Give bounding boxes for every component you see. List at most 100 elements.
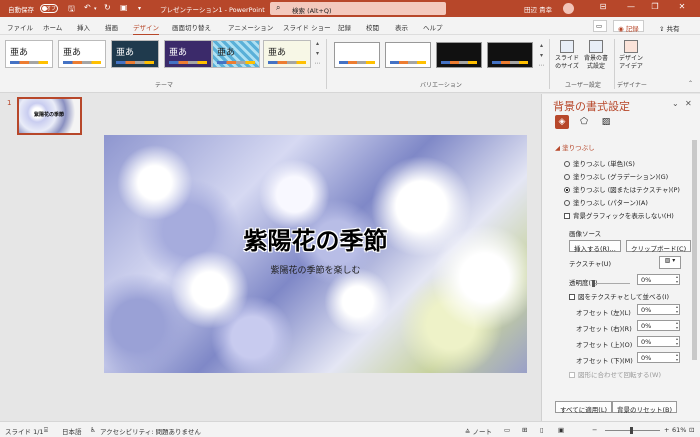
undo-dropdown-icon[interactable]: ▾ xyxy=(94,6,97,12)
transparency-slider[interactable] xyxy=(592,280,630,287)
insert-picture-button[interactable]: 挿入する(R)... xyxy=(569,240,621,253)
hide-bg-graphics-checkbox[interactable]: 背景グラフィックを表示しない(H) xyxy=(564,210,674,220)
variation-scroll-up-icon[interactable]: ▴ xyxy=(537,42,546,51)
tab-animations[interactable]: アニメーション xyxy=(228,22,273,32)
design-ideas-icon xyxy=(624,40,638,53)
zoom-knob[interactable] xyxy=(630,427,633,434)
zoom-in-icon[interactable]: + xyxy=(664,426,669,434)
theme-5[interactable]: 亜あ xyxy=(212,40,260,68)
tab-file[interactable]: ファイル xyxy=(7,22,33,32)
customize-qat-icon[interactable]: ▾ xyxy=(138,5,141,12)
theme-2[interactable]: 亜あ xyxy=(58,40,106,68)
picture-tab-icon[interactable]: ▨ xyxy=(599,115,613,129)
user-name[interactable]: 田辺 貴幸 xyxy=(524,4,552,14)
ribbon-display-icon[interactable]: ⊟ xyxy=(596,2,610,11)
format-background-button[interactable]: 背景の書式設定 xyxy=(582,40,610,71)
tab-review[interactable]: 校閲 xyxy=(366,22,379,32)
language[interactable]: 日本語 xyxy=(62,426,82,436)
tab-draw[interactable]: 描画 xyxy=(105,22,118,32)
avatar[interactable] xyxy=(563,3,574,14)
slide-subtitle[interactable]: 紫陽花の季節を楽しむ xyxy=(104,263,527,276)
group-label-user: ユーザー設定 xyxy=(565,82,601,89)
theme-3[interactable]: 亜あ xyxy=(111,40,159,68)
undo-icon[interactable]: ↶ xyxy=(84,3,91,12)
variation-scroll-down-icon[interactable]: ▾ xyxy=(537,52,546,61)
accessibility-status[interactable]: アクセシビリティ: 問題ありません xyxy=(100,426,201,436)
record-button[interactable]: ◉ 記録 xyxy=(613,20,644,33)
theme-4[interactable]: 亜あ xyxy=(164,40,212,68)
save-icon[interactable]: 🖫 xyxy=(68,3,75,17)
variation-4[interactable] xyxy=(487,42,533,68)
theme-scroll-down-icon[interactable]: ▾ xyxy=(313,50,322,59)
pane-options-icon[interactable]: ⌄ xyxy=(672,99,679,108)
accessibility-icon[interactable]: ♿ xyxy=(90,426,96,434)
pane-title: 背景の書式設定 xyxy=(553,100,630,113)
slide-title[interactable]: 紫陽花の季節 xyxy=(104,221,527,256)
tab-help[interactable]: ヘルプ xyxy=(423,22,443,32)
apply-to-all-button[interactable]: すべてに適用(L) xyxy=(555,401,612,414)
zoom-out-icon[interactable]: − xyxy=(592,426,597,434)
clipboard-button[interactable]: クリップボード(C) xyxy=(626,240,692,253)
tab-record[interactable]: 記録 xyxy=(338,22,351,32)
texture-label: テクスチャ(U) xyxy=(569,260,612,268)
theme-scroll-up-icon[interactable]: ▴ xyxy=(313,40,322,49)
ribbon-tabs: ファイル ホーム 挿入 描画 デザイン 画面切り替え アニメーション スライド … xyxy=(0,17,700,36)
slider-knob[interactable] xyxy=(592,280,595,287)
slide-sorter-icon[interactable]: ⊞ xyxy=(522,426,527,434)
offset-top-input[interactable]: 0% ▴ ▾ xyxy=(637,336,680,347)
tab-insert[interactable]: 挿入 xyxy=(77,22,90,32)
search-box[interactable]: ⌕ 検索 (Alt+Q) xyxy=(270,2,446,15)
slide[interactable]: 紫陽花の季節 紫陽花の季節を楽しむ xyxy=(104,135,527,373)
tab-design[interactable]: デザイン xyxy=(133,22,159,36)
variation-2[interactable] xyxy=(385,42,431,68)
notes-button[interactable]: ≙ ノート xyxy=(465,426,492,436)
tile-texture-checkbox[interactable]: 図をテクスチャとして並べる(I) xyxy=(569,291,669,301)
fill-tab-icon[interactable]: ◈ xyxy=(555,115,569,129)
offset-bottom-input[interactable]: 0% ▴ ▾ xyxy=(637,352,680,363)
minimize-icon[interactable]: — xyxy=(624,2,638,11)
offset-left-input[interactable]: 0% ▴ ▾ xyxy=(637,304,680,315)
fit-to-window-icon[interactable]: ⊡ xyxy=(689,426,694,434)
tab-view[interactable]: 表示 xyxy=(395,22,408,32)
rotate-with-shape-checkbox[interactable]: 図形に合わせて回転する(W) xyxy=(569,369,661,379)
fill-solid-radio[interactable]: 塗りつぶし (単色)(S) xyxy=(564,158,635,168)
offset-right-input[interactable]: 0% ▴ ▾ xyxy=(637,320,680,331)
title-bar: 自動保存 オフ 🖫 ↶ ▾ ↻ ▣ ▾ プレゼンテーション1 - PowerPo… xyxy=(0,0,700,17)
fill-gradient-radio[interactable]: 塗りつぶし (グラデーション)(G) xyxy=(564,171,668,181)
reading-view-icon[interactable]: ▯ xyxy=(540,426,544,434)
pane-scrollbar[interactable] xyxy=(692,140,697,360)
slideshow-icon[interactable]: ▣ xyxy=(558,426,564,434)
zoom-slider[interactable] xyxy=(605,427,660,434)
theme-6[interactable]: 亜あ xyxy=(263,40,311,68)
design-ideas-button[interactable]: デザインアイデア xyxy=(617,40,645,71)
reset-background-button[interactable]: 背景のリセット(B) xyxy=(612,401,678,414)
normal-view-icon[interactable]: ▭ xyxy=(504,426,510,434)
texture-picker[interactable]: ▧ ▾ xyxy=(659,256,681,269)
tab-slideshow[interactable]: スライド ショー xyxy=(283,22,331,32)
pane-close-icon[interactable]: ✕ xyxy=(685,99,692,108)
maximize-icon[interactable]: ❐ xyxy=(648,2,662,11)
theme-more-icon[interactable]: ⋯ xyxy=(313,60,322,69)
slide-thumbnail[interactable]: 紫陽花の季節 xyxy=(17,97,82,135)
tab-home[interactable]: ホーム xyxy=(43,22,62,32)
spellcheck-icon[interactable]: ⌸ xyxy=(44,426,48,435)
fill-pattern-radio[interactable]: 塗りつぶし (パターン)(A) xyxy=(564,197,648,207)
redo-icon[interactable]: ↻ xyxy=(104,3,111,12)
comments-icon[interactable]: ▭ xyxy=(593,20,607,32)
variation-1[interactable] xyxy=(334,42,380,68)
variation-more-icon[interactable]: ⋯ xyxy=(537,62,546,71)
fill-section-header[interactable]: ◢ 塗りつぶし xyxy=(555,142,595,152)
tab-transitions[interactable]: 画面切り替え xyxy=(172,22,211,32)
collapse-ribbon-icon[interactable]: ⌃ xyxy=(686,80,695,89)
transparency-input[interactable]: 0% ▴ ▾ xyxy=(637,274,680,285)
variation-3[interactable] xyxy=(436,42,482,68)
fill-picture-radio[interactable]: 塗りつぶし (図またはテクスチャ)(P) xyxy=(564,184,680,194)
slide-size-button[interactable]: スライドのサイズ xyxy=(553,40,581,71)
effects-tab-icon[interactable]: ⬠ xyxy=(577,115,591,129)
present-icon[interactable]: ▣ xyxy=(120,3,128,12)
zoom-level[interactable]: 61% xyxy=(672,426,686,434)
theme-office[interactable]: 亜あ xyxy=(5,40,53,68)
close-icon[interactable]: ✕ xyxy=(675,2,689,11)
document-title: プレゼンテーション1 - PowerPoint xyxy=(160,6,265,14)
share-button[interactable]: ⇪ 共有 xyxy=(654,20,685,33)
